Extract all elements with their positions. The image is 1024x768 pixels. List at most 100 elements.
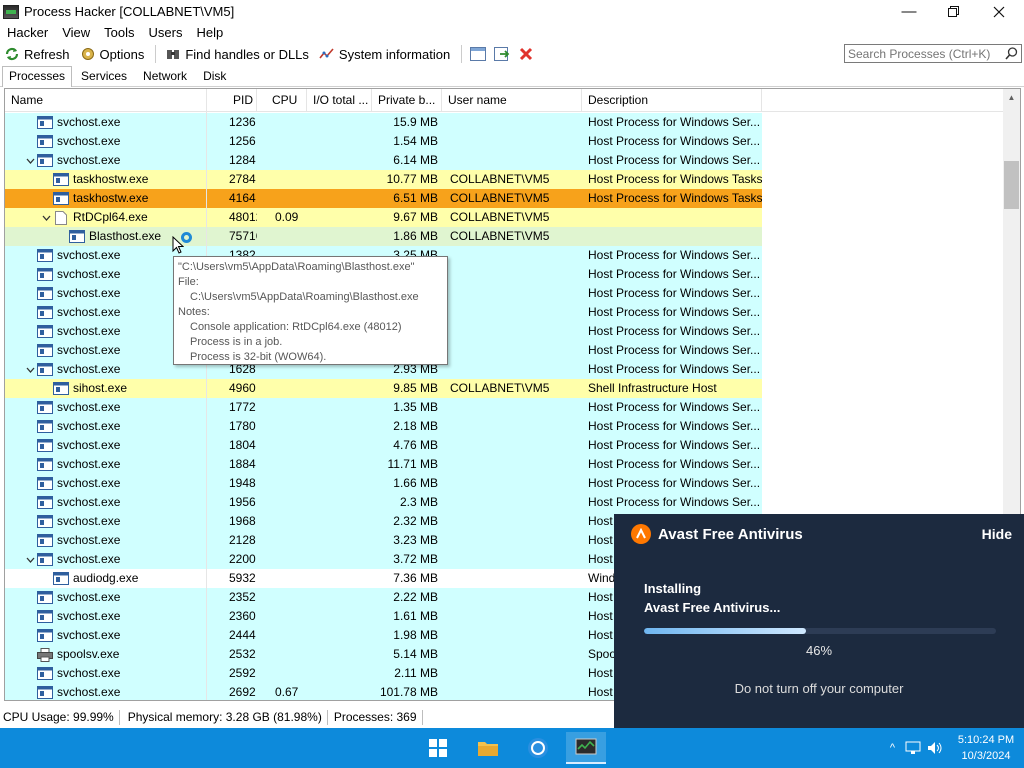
column-header-cpu[interactable]: CPU: [257, 89, 307, 112]
process-name: svchost.exe: [57, 590, 121, 604]
window-icon[interactable]: [467, 43, 489, 65]
menu-help[interactable]: Help: [189, 25, 230, 40]
table-row[interactable]: RtDCpl64.exe 48012 0.09 9.67 MB COLLABNET\VM…: [5, 208, 762, 227]
gear-icon: [80, 46, 96, 62]
search-input[interactable]: [845, 45, 1003, 62]
process-name: svchost.exe: [57, 248, 121, 262]
process-name-cell: svchost.exe: [5, 626, 207, 645]
table-row[interactable]: svchost.exe 1804 4.76 MB Host Process for W…: [5, 436, 762, 455]
user-name-cell: [442, 607, 582, 626]
options-button[interactable]: Options: [76, 43, 151, 65]
table-row[interactable]: sihost.exe 4960 9.85 MB COLLABNET\VM5 Shell …: [5, 379, 762, 398]
column-header-private-bytes[interactable]: Private b...: [372, 89, 442, 112]
pid-cell: 1284: [229, 153, 256, 167]
table-row[interactable]: taskhostw.exe 4164 6.51 MB COLLABNET\VM5 Hos…: [5, 189, 762, 208]
refresh-button[interactable]: Refresh: [0, 43, 76, 65]
tab-strip: Processes Services Network Disk: [0, 66, 1024, 87]
column-header-pid[interactable]: PID: [207, 89, 257, 112]
taskbar-process-hacker[interactable]: [566, 732, 606, 764]
chevron-down-icon[interactable]: [25, 550, 35, 569]
search-box[interactable]: [844, 44, 1022, 63]
process-name-cell: svchost.exe: [5, 550, 207, 569]
process-name-cell: svchost.exe: [5, 512, 207, 531]
column-header-io-total[interactable]: I/O total ...: [307, 89, 372, 112]
find-handles-button[interactable]: Find handles or DLLs: [161, 43, 315, 65]
process-window-icon: [37, 591, 53, 604]
user-name-cell: [442, 512, 582, 531]
pid-cell: 1968: [229, 514, 256, 528]
process-name: taskhostw.exe: [73, 191, 149, 205]
close-button[interactable]: [976, 0, 1022, 23]
table-row[interactable]: svchost.exe 1780 2.18 MB Host Process for W…: [5, 417, 762, 436]
process-name-cell: svchost.exe: [5, 417, 207, 436]
process-window-icon: [53, 192, 69, 205]
chevron-down-icon[interactable]: [41, 208, 51, 227]
table-row[interactable]: svchost.exe 1884 11.71 MB Host Process for …: [5, 455, 762, 474]
menu-hacker[interactable]: Hacker: [0, 25, 55, 40]
io-total-cell: [307, 569, 372, 588]
binoculars-icon: [165, 46, 181, 62]
private-bytes-cell: 5.14 MB: [393, 647, 438, 661]
table-row[interactable]: taskhostw.exe 2784 10.77 MB COLLABNET\VM5 Ho…: [5, 170, 762, 189]
search-icon[interactable]: [1003, 46, 1019, 62]
tab-disk[interactable]: Disk: [196, 66, 233, 86]
process-name-cell: svchost.exe: [5, 113, 207, 132]
volume-icon[interactable]: [927, 741, 943, 755]
window-title: Process Hacker [COLLABNET\VM5]: [24, 4, 235, 19]
column-header-name[interactable]: Name: [5, 89, 207, 112]
menu-view[interactable]: View: [55, 25, 97, 40]
table-row[interactable]: svchost.exe 1236 15.9 MB Host Process for W…: [5, 113, 762, 132]
tab-services[interactable]: Services: [74, 66, 134, 86]
tab-network[interactable]: Network: [136, 66, 194, 86]
tooltip-note-wow64: Process is 32-bit (WOW64).: [190, 351, 327, 363]
description-cell: Host Process for Windows Ser...: [588, 362, 761, 376]
description-cell: Host Process for Windows Ser...: [588, 248, 761, 262]
maximize-button[interactable]: [930, 0, 976, 23]
show-hidden-icons-chevron-icon[interactable]: ^: [890, 742, 895, 754]
process-name-cell: svchost.exe: [5, 664, 207, 683]
private-bytes-cell: 9.85 MB: [393, 381, 438, 395]
process-window-icon: [37, 325, 53, 338]
process-document-icon: [53, 210, 69, 225]
pid-cell: 2444: [229, 628, 256, 642]
table-row[interactable]: svchost.exe 1284 6.14 MB Host Process for W…: [5, 151, 762, 170]
table-row[interactable]: svchost.exe 1956 2.3 MB Host Process for Wi…: [5, 493, 762, 512]
start-button[interactable]: [418, 732, 458, 764]
taskbar-file-explorer[interactable]: [468, 732, 508, 764]
tooltip-note-console: Console application: RtDCpl64.exe (48012…: [190, 321, 402, 333]
minimize-button[interactable]: —: [886, 0, 932, 23]
cpu-cell: 0.09: [275, 210, 299, 224]
table-row[interactable]: Blasthost.exe 75716 1.86 MB COLLABNET\VM5: [5, 227, 762, 246]
tab-processes[interactable]: Processes: [2, 66, 73, 87]
table-row[interactable]: svchost.exe 1772 1.35 MB Host Process for W…: [5, 398, 762, 417]
user-name-cell: [442, 569, 582, 588]
process-name-cell: taskhostw.exe: [5, 170, 207, 189]
chevron-down-icon[interactable]: [25, 360, 35, 379]
process-name: audiodg.exe: [73, 571, 139, 585]
taskbar-clock[interactable]: 5:10:24 PM 10/3/2024: [953, 732, 1019, 764]
column-divider: [206, 89, 207, 700]
network-icon[interactable]: [905, 741, 921, 755]
go-to-window-icon[interactable]: [491, 43, 513, 65]
scroll-up-arrow[interactable]: ▲: [1003, 89, 1020, 106]
private-bytes-cell: 3.72 MB: [393, 552, 438, 566]
options-label: Options: [99, 46, 145, 62]
io-total-cell: [307, 512, 372, 531]
process-name: svchost.exe: [57, 343, 121, 357]
table-row[interactable]: svchost.exe 1256 1.54 MB Host Process for W…: [5, 132, 762, 151]
taskbar-browser[interactable]: [518, 732, 558, 764]
column-header-user-name[interactable]: User name: [442, 89, 582, 112]
avast-hide-button[interactable]: Hide: [982, 526, 1012, 542]
menu-tools[interactable]: Tools: [97, 25, 141, 40]
menu-users[interactable]: Users: [142, 25, 190, 40]
system-information-button[interactable]: System information: [315, 43, 456, 65]
user-name-cell: [442, 132, 582, 151]
scrollbar-thumb[interactable]: [1004, 161, 1019, 209]
table-row[interactable]: svchost.exe 1948 1.66 MB Host Process for W…: [5, 474, 762, 493]
terminate-icon[interactable]: [515, 43, 537, 65]
refresh-icon: [4, 46, 20, 62]
user-name-cell: [442, 645, 582, 664]
cpu-cell: [257, 664, 307, 683]
chevron-down-icon[interactable]: [25, 151, 35, 170]
column-header-description[interactable]: Description: [582, 89, 762, 112]
